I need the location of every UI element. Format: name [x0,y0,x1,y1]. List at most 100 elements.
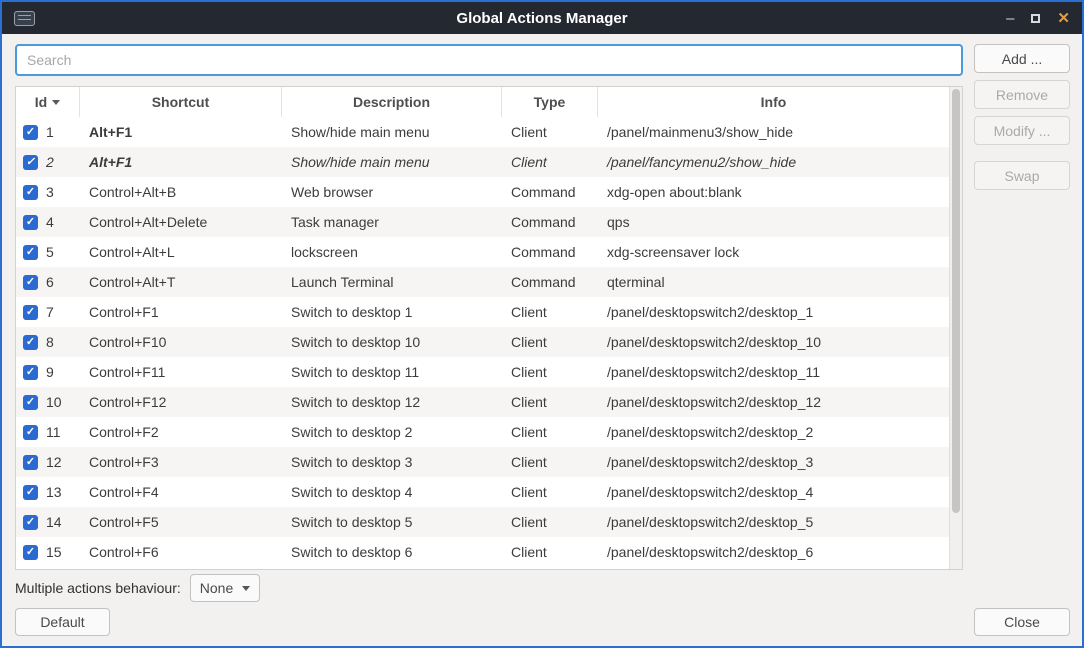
titlebar: Global Actions Manager – ✕ [2,2,1082,34]
modify-button[interactable]: Modify ... [974,116,1070,145]
row-info: /panel/desktopswitch2/desktop_3 [598,454,949,470]
row-id: 11 [46,424,61,440]
scrollbar-thumb[interactable] [952,89,960,513]
row-type: Client [502,304,598,320]
remove-button[interactable]: Remove [974,80,1070,109]
row-info: /panel/fancymenu2/show_hide [598,154,949,170]
table-row[interactable]: 12 Control+F3 Switch to desktop 3 Client… [16,447,949,477]
row-type: Command [502,274,598,290]
row-id: 1 [46,124,54,140]
row-type: Client [502,364,598,380]
row-checkbox[interactable] [23,545,38,560]
minimize-button[interactable]: – [1006,11,1014,26]
row-checkbox[interactable] [23,215,38,230]
sort-indicator-icon [52,100,60,105]
column-header-description[interactable]: Description [282,87,502,117]
row-checkbox[interactable] [23,155,38,170]
row-id: 13 [46,484,62,500]
table-row[interactable]: 8 Control+F10 Switch to desktop 10 Clien… [16,327,949,357]
row-description: Task manager [282,214,502,230]
row-description: Switch to desktop 4 [282,484,502,500]
row-type: Client [502,514,598,530]
column-header-id[interactable]: Id [16,87,80,117]
table-row[interactable]: 9 Control+F11 Switch to desktop 11 Clien… [16,357,949,387]
row-checkbox[interactable] [23,455,38,470]
chevron-down-icon [242,586,250,591]
titlebar-close-button[interactable]: ✕ [1057,11,1070,26]
row-id: 12 [46,454,62,470]
row-checkbox[interactable] [23,425,38,440]
row-type: Client [502,484,598,500]
row-description: Launch Terminal [282,274,502,290]
row-info: xdg-screensaver lock [598,244,949,260]
row-shortcut: Control+F10 [80,334,282,350]
table-row[interactable]: 4 Control+Alt+Delete Task manager Comman… [16,207,949,237]
row-checkbox[interactable] [23,185,38,200]
maximize-button[interactable] [1031,14,1040,23]
column-header-type[interactable]: Type [502,87,598,117]
row-id: 3 [46,184,54,200]
table-row[interactable]: 1 Alt+F1 Show/hide main menu Client /pan… [16,117,949,147]
row-description: Switch to desktop 2 [282,424,502,440]
row-type: Client [502,154,598,170]
column-header-shortcut[interactable]: Shortcut [80,87,282,117]
close-button[interactable]: Close [974,608,1070,636]
search-input[interactable] [15,44,963,76]
global-actions-manager-window: Global Actions Manager – ✕ Add ... Remov… [0,0,1084,648]
table-row[interactable]: 6 Control+Alt+T Launch Terminal Command … [16,267,949,297]
row-id: 7 [46,304,54,320]
row-type: Client [502,544,598,560]
row-shortcut: Alt+F1 [80,124,282,140]
row-description: Switch to desktop 5 [282,514,502,530]
row-shortcut: Control+F4 [80,484,282,500]
row-description: Show/hide main menu [282,124,502,140]
table-row[interactable]: 11 Control+F2 Switch to desktop 2 Client… [16,417,949,447]
row-checkbox[interactable] [23,335,38,350]
row-type: Client [502,334,598,350]
row-checkbox[interactable] [23,245,38,260]
row-id: 8 [46,334,54,350]
row-shortcut: Control+Alt+Delete [80,214,282,230]
table-row[interactable]: 13 Control+F4 Switch to desktop 4 Client… [16,477,949,507]
dialog-content: Add ... Remove Modify ... Swap Id Shortc… [2,34,1082,646]
column-header-info[interactable]: Info [598,87,949,117]
row-checkbox[interactable] [23,365,38,380]
table-row[interactable]: 14 Control+F5 Switch to desktop 5 Client… [16,507,949,537]
vertical-scrollbar[interactable] [949,87,962,569]
row-checkbox[interactable] [23,485,38,500]
row-description: Web browser [282,184,502,200]
swap-button[interactable]: Swap [974,161,1070,190]
row-type: Command [502,184,598,200]
row-type: Client [502,124,598,140]
row-info: /panel/desktopswitch2/desktop_6 [598,544,949,560]
row-checkbox[interactable] [23,305,38,320]
table-row[interactable]: 5 Control+Alt+L lockscreen Command xdg-s… [16,237,949,267]
table-row[interactable]: 10 Control+F12 Switch to desktop 12 Clie… [16,387,949,417]
row-checkbox[interactable] [23,125,38,140]
row-shortcut: Control+F1 [80,304,282,320]
row-checkbox[interactable] [23,275,38,290]
table-row[interactable]: 3 Control+Alt+B Web browser Command xdg-… [16,177,949,207]
row-id: 15 [46,544,62,560]
behaviour-row: Multiple actions behaviour: None [15,576,963,600]
keyboard-icon [14,11,35,26]
row-id: 14 [46,514,62,530]
row-shortcut: Control+F2 [80,424,282,440]
row-info: /panel/desktopswitch2/desktop_4 [598,484,949,500]
row-checkbox[interactable] [23,515,38,530]
row-info: /panel/desktopswitch2/desktop_11 [598,364,949,380]
add-button[interactable]: Add ... [974,44,1070,73]
row-shortcut: Control+Alt+T [80,274,282,290]
table-row[interactable]: 15 Control+F6 Switch to desktop 6 Client… [16,537,949,567]
row-checkbox[interactable] [23,395,38,410]
row-type: Command [502,244,598,260]
table-row[interactable]: 2 Alt+F1 Show/hide main menu Client /pan… [16,147,949,177]
row-description: lockscreen [282,244,502,260]
maximize-icon [1031,14,1040,23]
row-description: Switch to desktop 10 [282,334,502,350]
row-id: 6 [46,274,54,290]
behaviour-select[interactable]: None [190,574,260,602]
table-row[interactable]: 7 Control+F1 Switch to desktop 1 Client … [16,297,949,327]
default-button[interactable]: Default [15,608,110,636]
row-id: 5 [46,244,54,260]
